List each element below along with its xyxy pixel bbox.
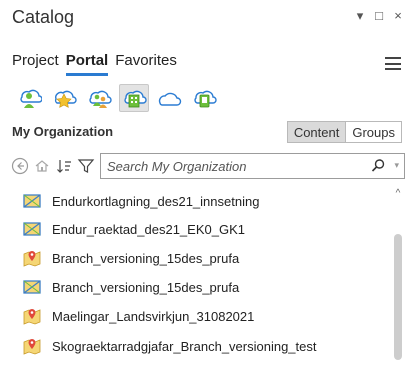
item-label: Branch_versioning_15des_prufa xyxy=(52,279,240,295)
title-bar: Catalog ▾ □ × xyxy=(0,0,412,38)
my-organization-icon[interactable] xyxy=(119,84,149,112)
content-groups-toggle: Content Groups xyxy=(286,121,402,143)
home-icon xyxy=(35,160,49,172)
organization-header: My Organization Content Groups xyxy=(0,118,412,146)
content-toggle-button[interactable]: Content xyxy=(287,122,347,142)
restore-icon[interactable]: □ xyxy=(373,9,385,23)
window-controls: ▾ □ × xyxy=(354,9,404,23)
browse-toolbar: ▾ xyxy=(10,152,405,180)
map-service-icon xyxy=(22,337,42,355)
close-icon[interactable]: × xyxy=(392,9,404,23)
list-item[interactable]: Endurkortlagning_des21_innsetning xyxy=(22,190,259,212)
tab-favorites[interactable]: Favorites xyxy=(115,52,177,76)
favorites-star-icon[interactable] xyxy=(49,84,79,112)
search-options-chevron-icon[interactable]: ▾ xyxy=(394,160,399,171)
tab-portal[interactable]: Portal xyxy=(65,52,109,76)
feature-layer-icon xyxy=(22,220,42,238)
section-title: My Organization xyxy=(12,124,114,139)
map-service-icon xyxy=(22,307,42,325)
living-atlas-icon[interactable] xyxy=(189,84,219,112)
search-icon[interactable] xyxy=(371,158,386,178)
groups-toggle-button[interactable]: Groups xyxy=(346,122,401,142)
item-label: Branch_versioning_15des_prufa xyxy=(52,250,240,266)
home-button[interactable] xyxy=(32,154,52,178)
sort-button[interactable] xyxy=(54,154,74,178)
list-item[interactable]: Maelingar_Landsvirkjun_31082021 xyxy=(22,305,254,327)
list-scrollbar[interactable]: ^ xyxy=(392,188,404,365)
portal-source-bar xyxy=(14,84,219,112)
back-arrow-icon xyxy=(11,157,29,175)
menu-icon[interactable] xyxy=(385,57,401,70)
scrollbar-thumb[interactable] xyxy=(394,234,402,360)
item-label: Endurkortlagning_des21_innsetning xyxy=(52,193,260,209)
search-box: ▾ xyxy=(100,153,405,179)
item-label: Skograektarradgjafar_Branch_versioning_t… xyxy=(52,338,317,354)
groups-icon[interactable] xyxy=(84,84,114,112)
catalog-tabs: Project Portal Favorites xyxy=(12,52,177,76)
filter-icon xyxy=(77,159,95,173)
search-input[interactable] xyxy=(101,158,351,174)
map-service-icon xyxy=(22,249,42,267)
list-item[interactable]: Endur_raektad_des21_EK0_GK1 xyxy=(22,218,245,240)
content-list: Endurkortlagning_des21_innsetning Endur_… xyxy=(0,188,412,365)
pane-title: Catalog xyxy=(12,7,75,27)
list-item[interactable]: Skograektarradgjafar_Branch_versioning_t… xyxy=(22,335,317,357)
list-item[interactable]: Branch_versioning_15des_prufa xyxy=(22,276,239,298)
sort-icon xyxy=(57,160,71,173)
scroll-up-chevron-icon[interactable]: ^ xyxy=(392,188,404,200)
my-content-icon[interactable] xyxy=(14,84,44,112)
item-label: Endur_raektad_des21_EK0_GK1 xyxy=(52,221,245,237)
tab-project[interactable]: Project xyxy=(12,52,59,76)
list-item[interactable]: Branch_versioning_15des_prufa xyxy=(22,247,239,269)
feature-layer-icon xyxy=(22,192,42,210)
options-dropdown-icon[interactable]: ▾ xyxy=(354,9,366,23)
arcgis-online-icon[interactable] xyxy=(154,84,184,112)
back-button[interactable] xyxy=(10,154,30,178)
item-label: Maelingar_Landsvirkjun_31082021 xyxy=(52,308,255,324)
filter-button[interactable] xyxy=(76,154,96,178)
feature-layer-icon xyxy=(22,278,42,296)
